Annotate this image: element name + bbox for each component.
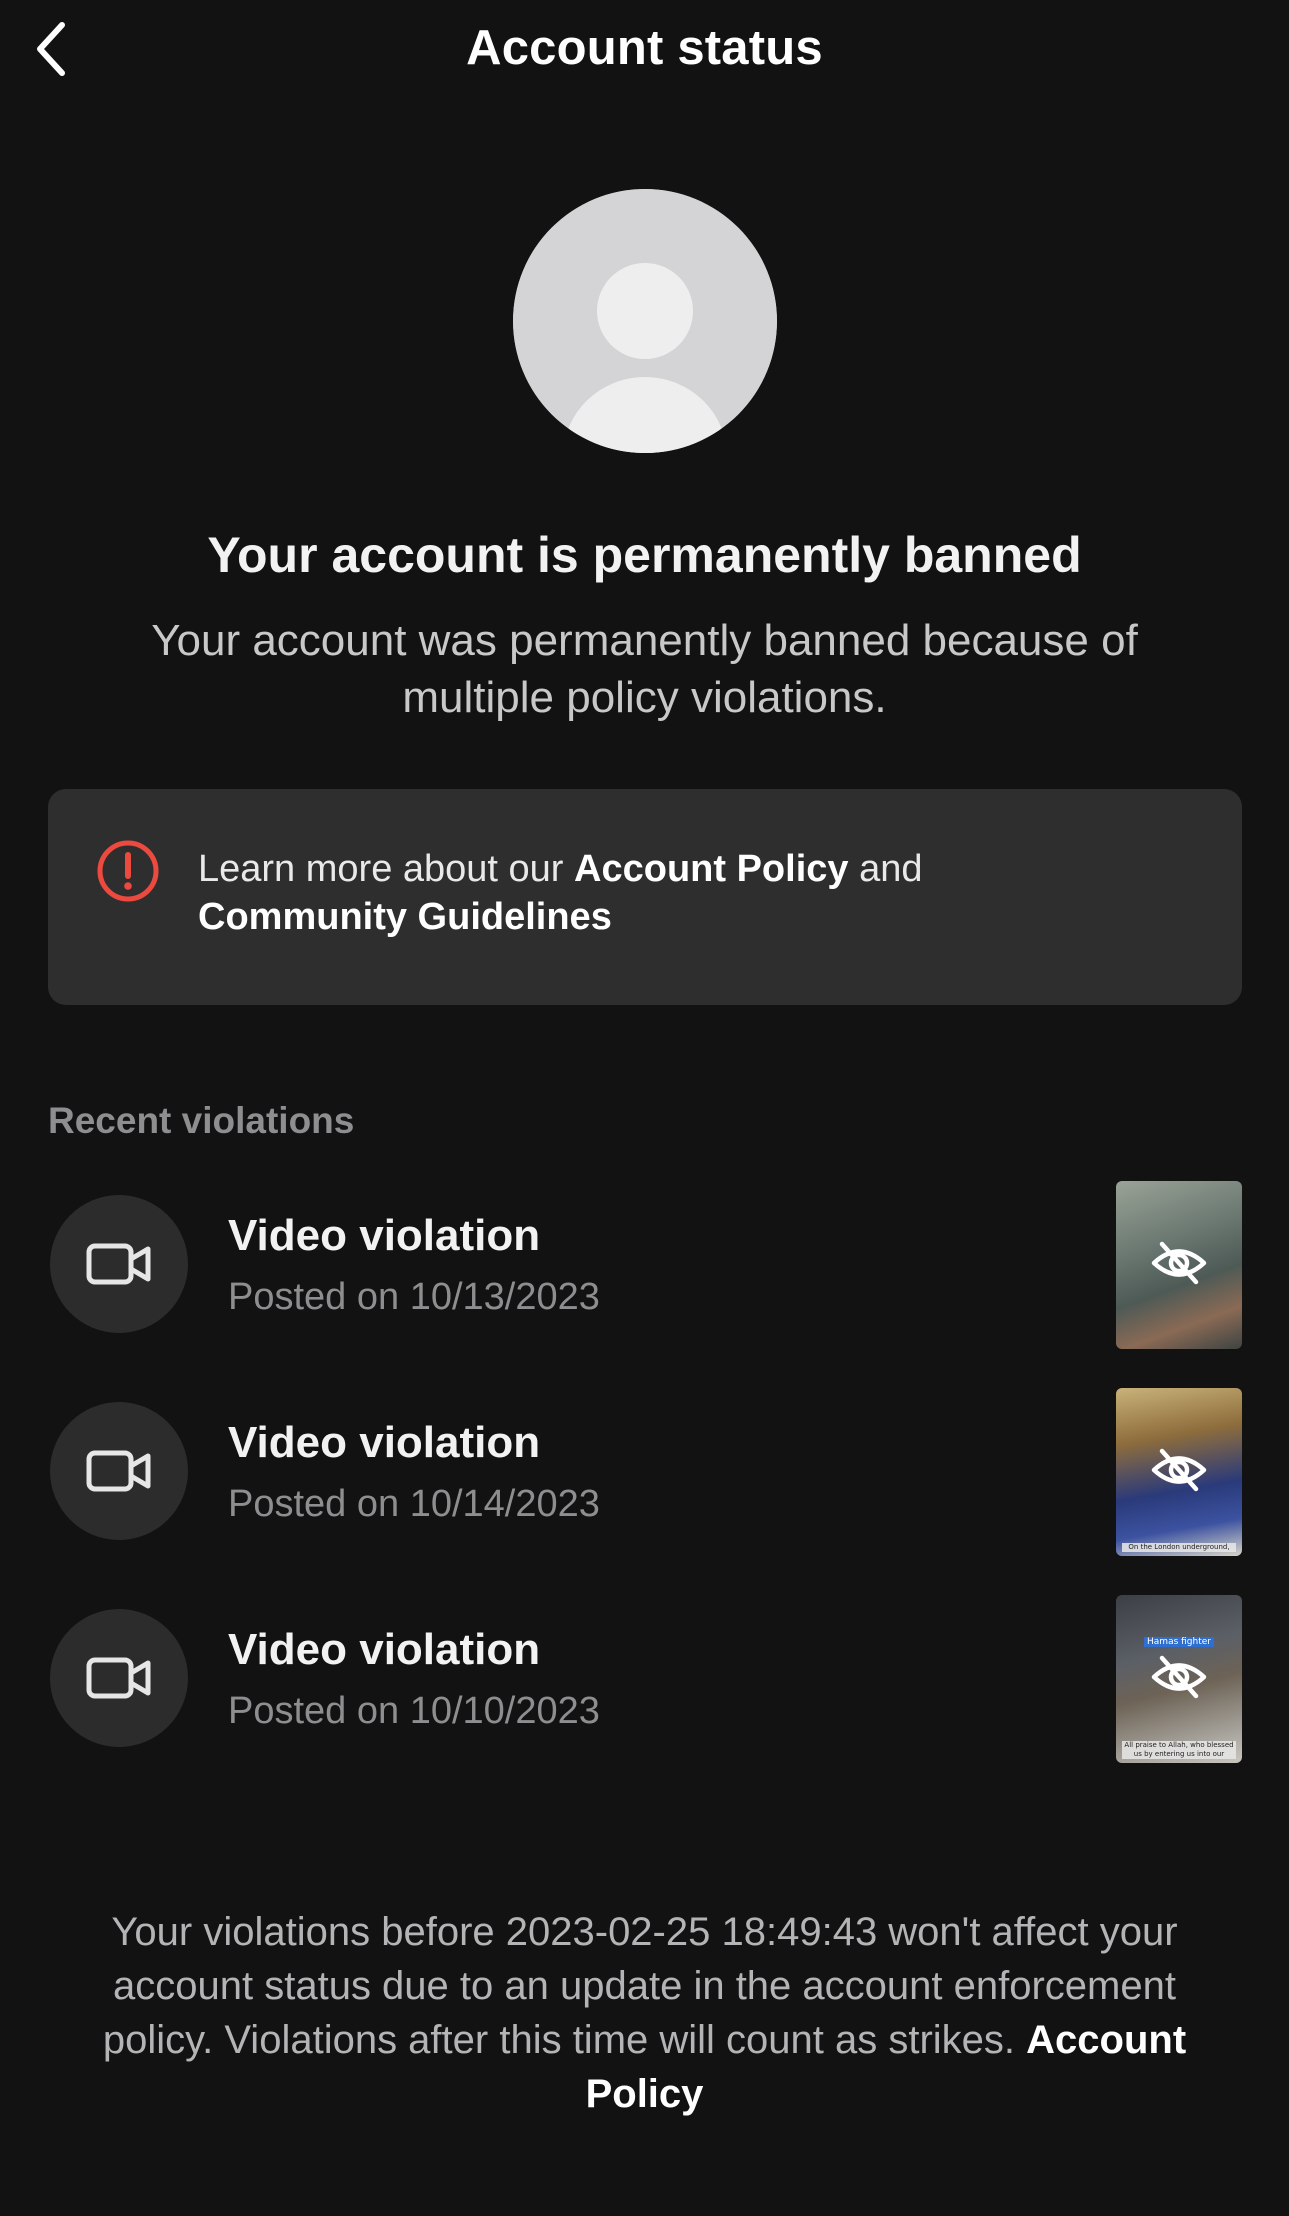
violation-date: Posted on 10/14/2023 [228, 1483, 600, 1525]
footer-note-text: Your violations before 2023-02-25 18:49:… [102, 1910, 1178, 2062]
avatar [513, 189, 777, 453]
violation-date: Posted on 10/10/2023 [228, 1690, 600, 1732]
hidden-eye-icon [1150, 1238, 1208, 1293]
recent-violations-heading: Recent violations [48, 1100, 355, 1141]
violation-thumbnail[interactable]: On the London underground, [1116, 1388, 1242, 1556]
violation-title: Video violation [228, 1625, 541, 1674]
policy-info-card: Learn more about our Account Policy and … [48, 789, 1242, 1005]
info-text-prefix: Learn more about our [198, 848, 575, 890]
video-camera-icon [50, 1609, 188, 1747]
top-bar: Account status [0, 0, 1289, 100]
page-title: Account status [466, 21, 823, 75]
violation-thumbnail[interactable] [1116, 1181, 1242, 1349]
violation-date: Posted on 10/13/2023 [228, 1276, 600, 1318]
video-camera-icon [50, 1195, 188, 1333]
community-guidelines-link[interactable]: Community Guidelines [198, 896, 612, 938]
enforcement-policy-note: Your violations before 2023-02-25 18:49:… [70, 1905, 1219, 2121]
violation-item[interactable]: Video violation Posted on 10/14/2023 On … [0, 1388, 1289, 1558]
thumbnail-tag: Hamas fighter [1144, 1637, 1214, 1647]
violation-thumbnail[interactable]: Hamas fighter All praise to Allah, who b… [1116, 1595, 1242, 1763]
violation-item[interactable]: Video violation Posted on 10/13/2023 [0, 1181, 1289, 1351]
info-text-middle: and [848, 848, 923, 890]
video-camera-icon [50, 1402, 188, 1540]
exclamation-circle-icon [96, 839, 160, 903]
default-user-avatar-icon [513, 189, 777, 453]
thumbnail-caption: On the London underground, [1122, 1543, 1236, 1552]
account-policy-link[interactable]: Account Policy [574, 848, 849, 890]
ban-title: Your account is permanently banned [207, 527, 1082, 583]
violation-item[interactable]: Video violation Posted on 10/10/2023 Ham… [0, 1595, 1289, 1765]
violation-title: Video violation [228, 1211, 541, 1260]
violation-title: Video violation [228, 1418, 541, 1467]
ban-description: Your account was permanently banned beca… [151, 616, 1138, 722]
hidden-eye-icon [1150, 1445, 1208, 1500]
hidden-eye-icon [1150, 1652, 1208, 1707]
thumbnail-caption: All praise to Allah, who blessed us by e… [1122, 1741, 1236, 1759]
policy-info-text: Learn more about our Account Policy and … [198, 845, 1202, 941]
